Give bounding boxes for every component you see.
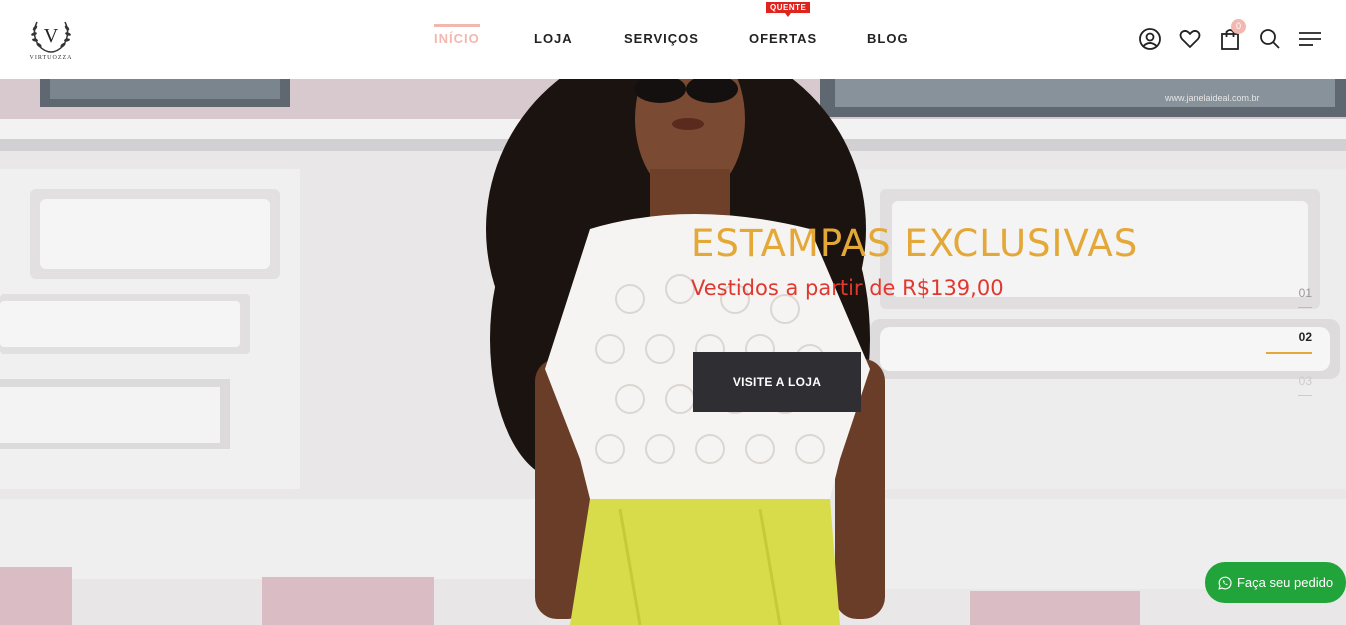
slide-dot-01[interactable]: 01 bbox=[1268, 286, 1316, 308]
nav-item-ofertas[interactable]: OFERTAS bbox=[749, 31, 817, 46]
nav-item-inicio[interactable]: INÍCIO bbox=[434, 24, 480, 46]
nav-item-loja[interactable]: LOJA bbox=[534, 31, 573, 46]
hero-slider: www.janelaideal.com.br ESTAMPAS EXCLUSIV… bbox=[0, 79, 1346, 625]
hero-background-image: www.janelaideal.com.br bbox=[0, 79, 1346, 625]
cart-count-badge: 0 bbox=[1231, 19, 1246, 34]
heart-icon[interactable] bbox=[1178, 27, 1202, 51]
user-icon[interactable] bbox=[1138, 27, 1162, 51]
watermark-text: www.janelaideal.com.br bbox=[1164, 93, 1260, 103]
whatsapp-label: Faça seu pedido bbox=[1236, 575, 1334, 590]
visit-store-button[interactable]: VISITE A LOJA bbox=[693, 352, 861, 412]
search-icon[interactable] bbox=[1258, 27, 1282, 51]
menu-icon[interactable] bbox=[1298, 27, 1322, 51]
site-header: V VIRTUOZZA INÍCIO LOJA SERVIÇOS QUENTE … bbox=[0, 0, 1346, 79]
whatsapp-order-button[interactable]: Faça seu pedido bbox=[1205, 562, 1346, 603]
nav-item-blog[interactable]: BLOG bbox=[867, 31, 909, 46]
slide-dot-03[interactable]: 03 bbox=[1268, 374, 1316, 396]
nav-item-servicos[interactable]: SERVIÇOS bbox=[624, 31, 699, 46]
slide-dot-02[interactable]: 02 bbox=[1266, 330, 1316, 354]
hero-subtitle: Vestidos a partir de R$139,00 bbox=[691, 276, 1004, 300]
hero-title: ESTAMPAS EXCLUSIVAS bbox=[691, 222, 1139, 265]
hot-badge: QUENTE bbox=[766, 2, 811, 17]
whatsapp-icon bbox=[1218, 576, 1232, 590]
